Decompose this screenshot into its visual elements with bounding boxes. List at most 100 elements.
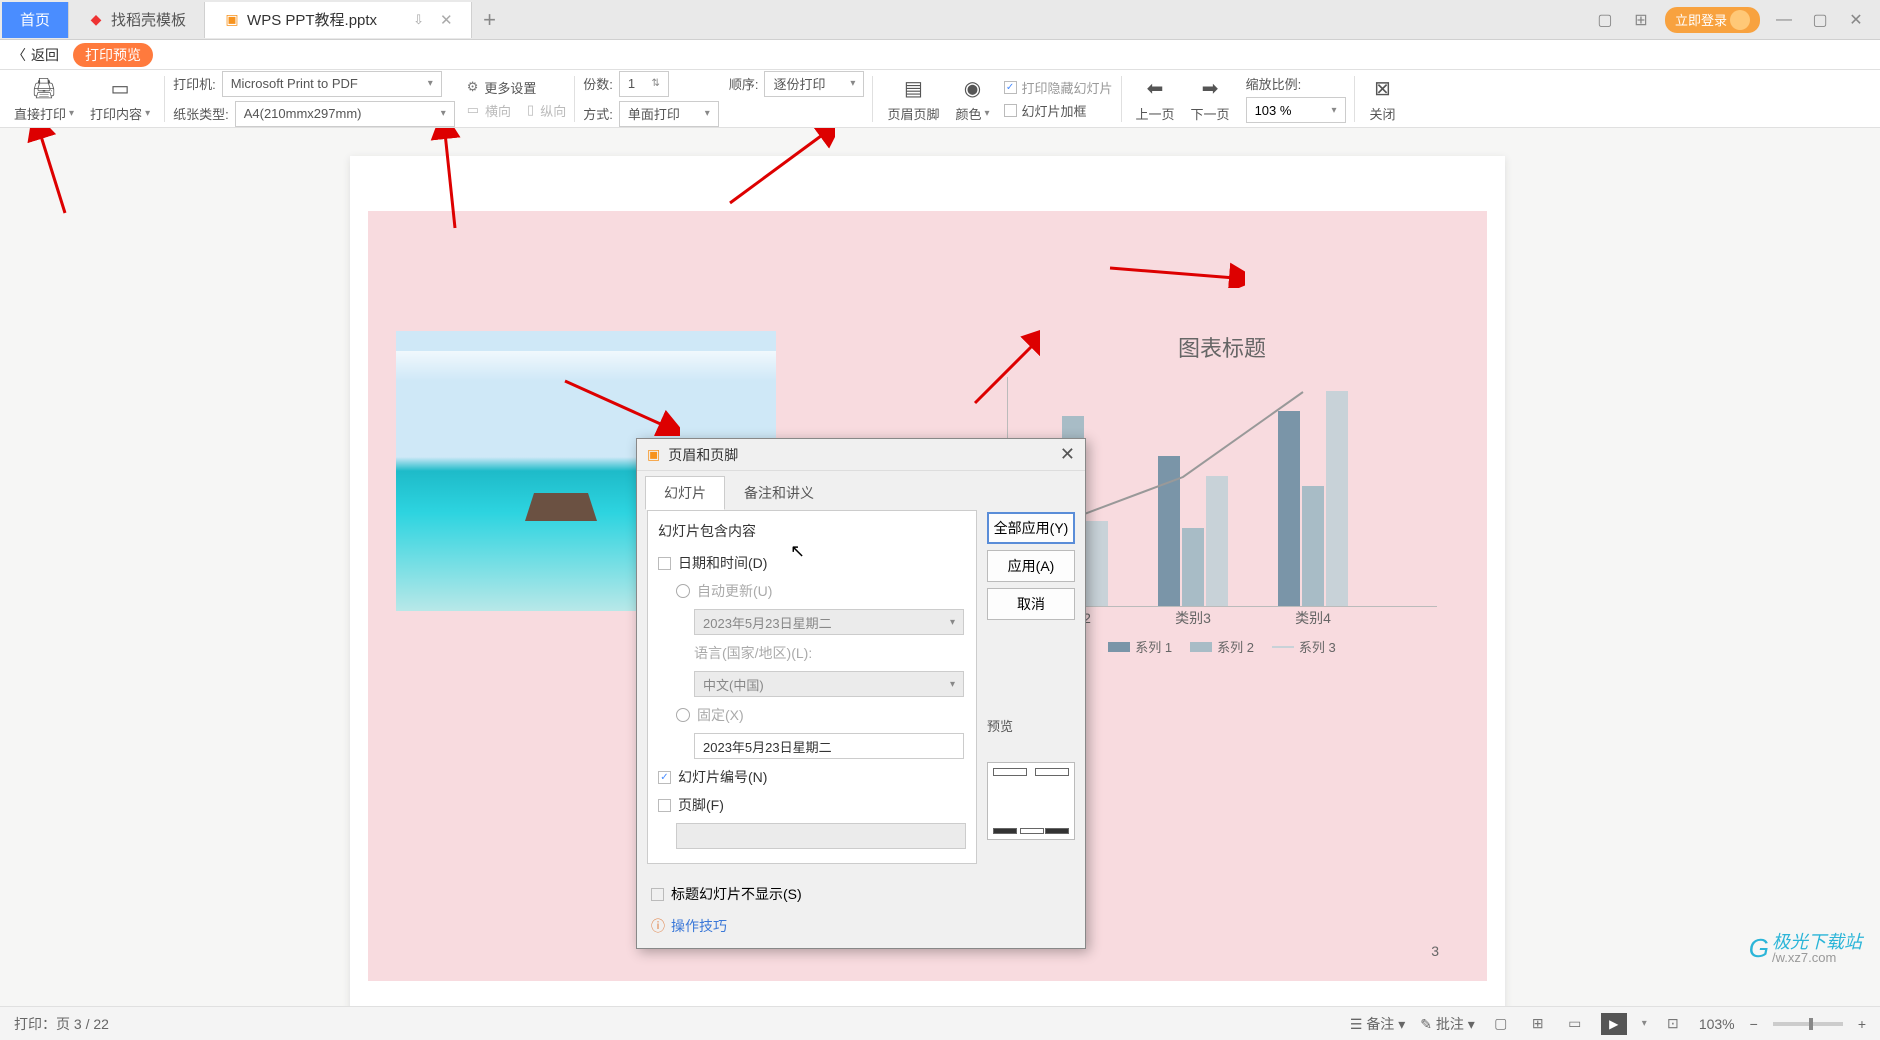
- copies-label: 份数:: [583, 74, 613, 93]
- print-hidden-checkbox: ✓打印隐藏幻灯片: [1004, 78, 1113, 97]
- tab-notes[interactable]: 备注和讲义: [725, 476, 833, 510]
- tab-template[interactable]: ◆ 找稻壳模板: [69, 2, 205, 38]
- zoom-select[interactable]: 103 %▾: [1246, 97, 1346, 123]
- next-page-button[interactable]: ➡ 下一页: [1185, 72, 1236, 126]
- mode-label: 方式:: [583, 104, 613, 123]
- mode-select[interactable]: 单面打印▾: [619, 101, 719, 127]
- tab-pin-icon[interactable]: ⇩: [413, 12, 424, 28]
- template-icon: ◆: [87, 11, 105, 29]
- zoom-out-button[interactable]: −: [1750, 1016, 1758, 1032]
- zoom-label: 缩放比例:: [1246, 74, 1346, 93]
- avatar-icon: [1730, 10, 1750, 30]
- login-button[interactable]: 立即登录: [1665, 7, 1760, 33]
- sub-bar: 〈 返回 打印预览: [0, 40, 1880, 70]
- prev-page-label: 上一页: [1136, 104, 1175, 123]
- section-label: 幻灯片包含内容: [658, 521, 966, 541]
- apply-button[interactable]: 应用(A): [987, 550, 1075, 582]
- tips-link[interactable]: ⓘ操作技巧: [637, 910, 1085, 948]
- tab-file-label: WPS PPT教程.pptx: [247, 9, 377, 30]
- header-footer-dialog: ▣ 页眉和页脚 ✕ 幻灯片 备注和讲义 幻灯片包含内容 日期和时间(D) 自动更…: [636, 438, 1086, 949]
- orientation-h[interactable]: ▭横向: [467, 101, 511, 120]
- comments-button[interactable]: ✎ 批注 ▾: [1420, 1014, 1475, 1034]
- slide-number-checkbox[interactable]: ✓幻灯片编号(N): [658, 763, 966, 791]
- more-settings-label: 更多设置: [484, 78, 536, 97]
- cat-label: 类别4: [1268, 608, 1358, 628]
- dialog-close-button[interactable]: ✕: [1060, 444, 1075, 465]
- tab-slide[interactable]: 幻灯片: [645, 476, 725, 510]
- back-button[interactable]: 〈 返回: [12, 45, 59, 65]
- footer-input: [676, 823, 966, 849]
- view-sorter-icon[interactable]: ⊞: [1527, 1013, 1549, 1035]
- login-label: 立即登录: [1675, 10, 1727, 29]
- close-window-button[interactable]: ✕: [1844, 8, 1868, 32]
- datetime-checkbox[interactable]: 日期和时间(D): [658, 549, 966, 577]
- copies-value: 1: [628, 76, 635, 91]
- printer-value: Microsoft Print to PDF: [231, 76, 358, 91]
- order-value: 逐份打印: [773, 74, 825, 93]
- tab-close-icon[interactable]: ✕: [440, 11, 453, 29]
- tab-home[interactable]: 首页: [2, 2, 69, 38]
- arrow-left-icon: ⬅: [1141, 75, 1169, 103]
- legend-s1: 系列 1: [1135, 637, 1172, 656]
- header-footer-button[interactable]: ▤ 页眉页脚: [881, 72, 945, 126]
- copies-input[interactable]: 1⇅: [619, 71, 669, 97]
- printer-select[interactable]: Microsoft Print to PDF▾: [222, 71, 442, 97]
- watermark: G 极光下载站 /w.xz7.com: [1749, 933, 1862, 964]
- hide-title-checkbox[interactable]: 标题幻灯片不显示(S): [637, 874, 1085, 910]
- color-icon: ◉: [958, 75, 986, 103]
- prev-page-button[interactable]: ⬅ 上一页: [1130, 72, 1181, 126]
- orientation-v[interactable]: ▯纵向: [527, 101, 566, 120]
- more-settings-button[interactable]: ⚙ 更多设置: [467, 78, 566, 97]
- close-preview-button[interactable]: ⊠ 关闭: [1363, 72, 1403, 126]
- printer-label: 打印机:: [173, 74, 216, 93]
- close-label: 关闭: [1370, 104, 1396, 123]
- minimize-button[interactable]: —: [1772, 8, 1796, 32]
- radio-icon: [676, 708, 690, 722]
- view-reading-icon[interactable]: ▭: [1564, 1013, 1586, 1035]
- tab-file[interactable]: ▣ WPS PPT教程.pptx ⇩ ✕: [205, 2, 472, 38]
- view-normal-icon[interactable]: ▢: [1490, 1013, 1512, 1035]
- watermark-url: /w.xz7.com: [1772, 951, 1862, 964]
- zoom-display[interactable]: 103%: [1699, 1016, 1735, 1032]
- fit-icon[interactable]: ⊡: [1662, 1013, 1684, 1035]
- cancel-button[interactable]: 取消: [987, 588, 1075, 620]
- ppt-icon: ▣: [223, 11, 241, 29]
- auto-update-radio: 自动更新(U): [658, 577, 966, 605]
- direct-print-button[interactable]: 🖨 直接打印▾: [8, 72, 80, 126]
- layout-icon[interactable]: ▢: [1593, 8, 1617, 32]
- paper-select[interactable]: A4(210mmx297mm)▾: [235, 101, 455, 127]
- zoom-in-button[interactable]: +: [1858, 1016, 1866, 1032]
- portrait-icon: ▯: [527, 102, 534, 118]
- next-page-label: 下一页: [1191, 104, 1230, 123]
- maximize-button[interactable]: ▢: [1808, 8, 1832, 32]
- slideshow-button[interactable]: ▶: [1601, 1013, 1627, 1035]
- color-button[interactable]: ◉ 颜色▾: [949, 72, 995, 126]
- apply-all-button[interactable]: 全部应用(Y): [987, 512, 1075, 544]
- preview-canvas: 图表标题 类别2 类别3 类别4: [0, 128, 1880, 1006]
- dialog-titlebar[interactable]: ▣ 页眉和页脚 ✕: [637, 439, 1085, 471]
- order-select[interactable]: 逐份打印▾: [764, 71, 864, 97]
- apps-icon[interactable]: ⊞: [1629, 8, 1653, 32]
- preview-label: 预览: [987, 716, 1075, 735]
- print-content-button[interactable]: ▭ 打印内容▾: [84, 72, 156, 126]
- paper-value: A4(210mmx297mm): [244, 106, 362, 121]
- dialog-title: 页眉和页脚: [668, 445, 738, 465]
- tab-template-label: 找稻壳模板: [111, 9, 186, 30]
- landscape-icon: ▭: [467, 102, 479, 118]
- status-bar: 打印：页 3 / 22 ☰ 备注 ▾ ✎ 批注 ▾ ▢ ⊞ ▭ ▶ ▾ ⊡ 10…: [0, 1006, 1880, 1040]
- zoom-slider[interactable]: [1773, 1022, 1843, 1026]
- footer-checkbox[interactable]: 页脚(F): [658, 791, 966, 819]
- slide-frame-checkbox[interactable]: 幻灯片加框: [1004, 101, 1113, 120]
- checkbox-icon: [1004, 104, 1017, 117]
- bar: [1302, 486, 1324, 606]
- ribbon: 🖨 直接打印▾ ▭ 打印内容▾ 打印机: Microsoft Print to …: [0, 70, 1880, 128]
- fixed-input[interactable]: 2023年5月23日星期二: [694, 733, 964, 759]
- chevron-left-icon: 〈: [12, 45, 26, 65]
- tab-add-button[interactable]: +: [472, 7, 508, 33]
- slideshow-dropdown[interactable]: ▾: [1642, 1018, 1647, 1029]
- fixed-radio: 固定(X): [658, 701, 966, 729]
- legend-s3: 系列 3: [1299, 637, 1336, 656]
- notes-button[interactable]: ☰ 备注 ▾: [1350, 1014, 1405, 1034]
- zoom-value: 103 %: [1255, 103, 1292, 118]
- order-label: 顺序:: [729, 74, 759, 93]
